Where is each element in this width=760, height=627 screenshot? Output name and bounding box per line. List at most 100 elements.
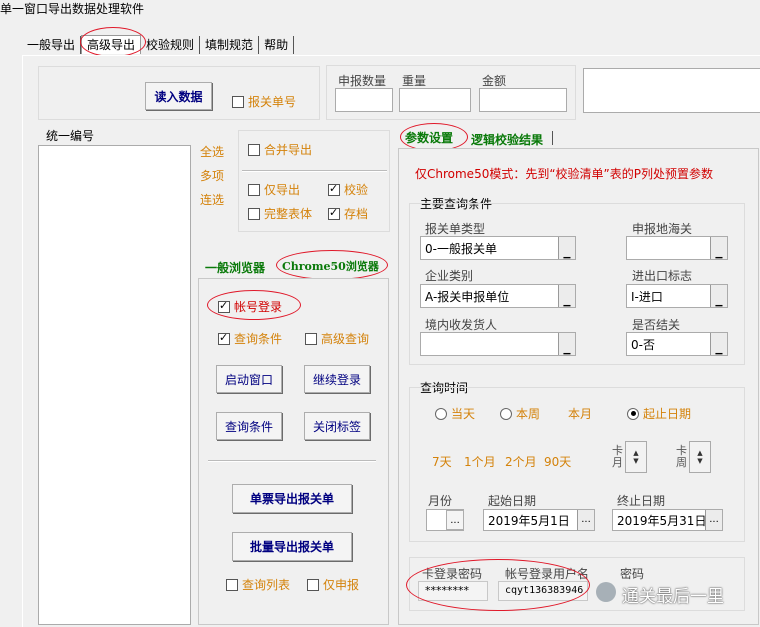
tab-logic-result[interactable]: 逻辑校验结果: [471, 131, 543, 148]
amount-label: 金额: [482, 74, 507, 88]
checkbox-box: [248, 143, 260, 156]
only-export-label: 仅导出: [264, 183, 301, 197]
select-multi-link[interactable]: 多项: [200, 167, 224, 184]
query-list-label: 查询列表: [242, 578, 291, 592]
end-date-field[interactable]: 2019年5月31日 ...: [612, 509, 723, 531]
dropdown-icon[interactable]: ▁: [558, 237, 575, 259]
dropdown-icon[interactable]: ▁: [710, 285, 727, 307]
checkbox-box: [328, 182, 340, 196]
unified-number-list[interactable]: [38, 145, 191, 625]
only-decl-label: 仅申报: [323, 578, 360, 592]
single-export-button[interactable]: 单票导出报关单: [232, 484, 352, 513]
this-week-radio[interactable]: 本周: [500, 405, 540, 422]
tab-filling-spec[interactable]: 填制规范: [200, 36, 260, 54]
today-label: 当天: [451, 407, 476, 421]
decl-type-value: 0-一般报关单: [425, 241, 497, 256]
merge-export-checkbox[interactable]: 合并导出: [248, 141, 312, 158]
divider: [208, 460, 376, 462]
divider: [242, 170, 387, 172]
only-export-checkbox[interactable]: 仅导出: [248, 181, 300, 198]
adv-query-label: 高级查询: [321, 332, 370, 346]
1month-link[interactable]: 1个月: [464, 453, 496, 470]
close-tab-button[interactable]: 关闭标签: [304, 412, 370, 440]
watermark-text: 通关最后一里: [622, 587, 724, 607]
start-date-field[interactable]: 2019年5月1日 ...: [483, 509, 595, 531]
month-spinner-label: 卡月: [612, 445, 623, 469]
end-date-picker-button[interactable]: ...: [705, 510, 722, 530]
dropdown-icon[interactable]: ▁: [710, 333, 727, 355]
query-list-checkbox[interactable]: 查询列表: [226, 576, 290, 593]
start-window-button[interactable]: 启动窗口: [216, 365, 282, 393]
month-picker-button[interactable]: ...: [446, 510, 464, 530]
spin1-bot: 月: [612, 456, 623, 469]
merge-export-label: 合并导出: [264, 143, 313, 157]
dropdown-icon[interactable]: ▁: [558, 333, 575, 355]
90days-link[interactable]: 90天: [544, 453, 571, 470]
tab-general-export[interactable]: 一般导出: [22, 36, 82, 54]
list-header: 统一编号: [46, 129, 95, 143]
week-spinner-label: 卡周: [676, 445, 687, 469]
info-box[interactable]: [583, 68, 760, 113]
date-range-label: 起止日期: [643, 407, 692, 421]
highlight-circle: [400, 123, 468, 151]
checkbox-box: [328, 206, 340, 220]
decl-type-select[interactable]: 0-一般报关单 ▁: [420, 236, 576, 260]
weight-label: 重量: [402, 74, 427, 88]
date-range-radio[interactable]: 起止日期: [627, 405, 691, 422]
ie-flag-value: I-进口: [631, 289, 663, 304]
month-label: 月份: [428, 494, 453, 508]
decl-no-label: 报关单号: [248, 95, 297, 109]
only-decl-checkbox[interactable]: 仅申报: [307, 576, 359, 593]
decl-no-checkbox[interactable]: 报关单号: [232, 93, 296, 110]
tab-normal-browser[interactable]: 一般浏览器: [205, 259, 265, 276]
closed-select[interactable]: 0-否 ▁: [626, 332, 728, 356]
tab-validation-rules[interactable]: 校验规则: [141, 36, 201, 54]
radio-circle: [627, 407, 639, 420]
start-date-picker-button[interactable]: ...: [577, 510, 594, 530]
this-month-link[interactable]: 本月: [568, 405, 592, 422]
end-date-label: 终止日期: [617, 494, 666, 508]
customs-select[interactable]: ▁: [626, 236, 728, 260]
month-spinner[interactable]: 卡月 ▲ ▼: [612, 441, 647, 473]
checkbox-box: [226, 578, 238, 591]
query-cond-button[interactable]: 查询条件: [216, 412, 282, 440]
spin2-bot: 周: [676, 456, 687, 469]
ie-flag-select[interactable]: I-进口 ▁: [626, 284, 728, 308]
ent-type-value: A-报关申报单位: [425, 289, 510, 304]
select-continuous-link[interactable]: 连选: [200, 191, 224, 208]
batch-export-button[interactable]: 批量导出报关单: [232, 532, 352, 561]
full-table-checkbox[interactable]: 完整表体: [248, 205, 312, 222]
start-date-value: 2019年5月1日: [488, 513, 570, 528]
wechat-logo-icon: [596, 582, 616, 602]
full-table-label: 完整表体: [264, 207, 313, 221]
select-all-link[interactable]: 全选: [200, 143, 224, 160]
checkbox-box: [248, 183, 260, 196]
closed-value: 0-否: [631, 337, 655, 352]
checkbox-box: [307, 578, 319, 591]
consignee-label: 境内收发货人: [425, 318, 498, 332]
pwd-label: 密码: [620, 567, 645, 581]
spinner-arrows[interactable]: ▲ ▼: [625, 441, 647, 473]
validate-checkbox[interactable]: 校验: [328, 181, 368, 198]
today-radio[interactable]: 当天: [435, 405, 475, 422]
dropdown-icon[interactable]: ▁: [710, 237, 727, 259]
weight-field[interactable]: [399, 88, 471, 112]
ie-flag-label: 进出口标志: [632, 269, 693, 283]
2month-link[interactable]: 2个月: [505, 453, 537, 470]
7days-link[interactable]: 7天: [432, 453, 452, 470]
adv-query-checkbox[interactable]: 高级查询: [305, 330, 369, 347]
highlight-circle: [207, 290, 301, 320]
amount-field[interactable]: [479, 88, 567, 112]
continue-login-button[interactable]: 继续登录: [304, 365, 370, 393]
tab-help[interactable]: 帮助: [259, 36, 295, 54]
checkbox-box: [218, 331, 230, 345]
consignee-select[interactable]: ▁: [420, 332, 576, 356]
query-cond-checkbox[interactable]: 查询条件: [218, 330, 282, 347]
ent-type-select[interactable]: A-报关申报单位 ▁: [420, 284, 576, 308]
spinner-arrows[interactable]: ▲ ▼: [689, 441, 711, 473]
count-field[interactable]: [335, 88, 393, 112]
read-data-button[interactable]: 读入数据: [145, 82, 212, 110]
dropdown-icon[interactable]: ▁: [558, 285, 575, 307]
week-spinner[interactable]: 卡周 ▲ ▼: [676, 441, 711, 473]
archive-checkbox[interactable]: 存档: [328, 205, 368, 222]
